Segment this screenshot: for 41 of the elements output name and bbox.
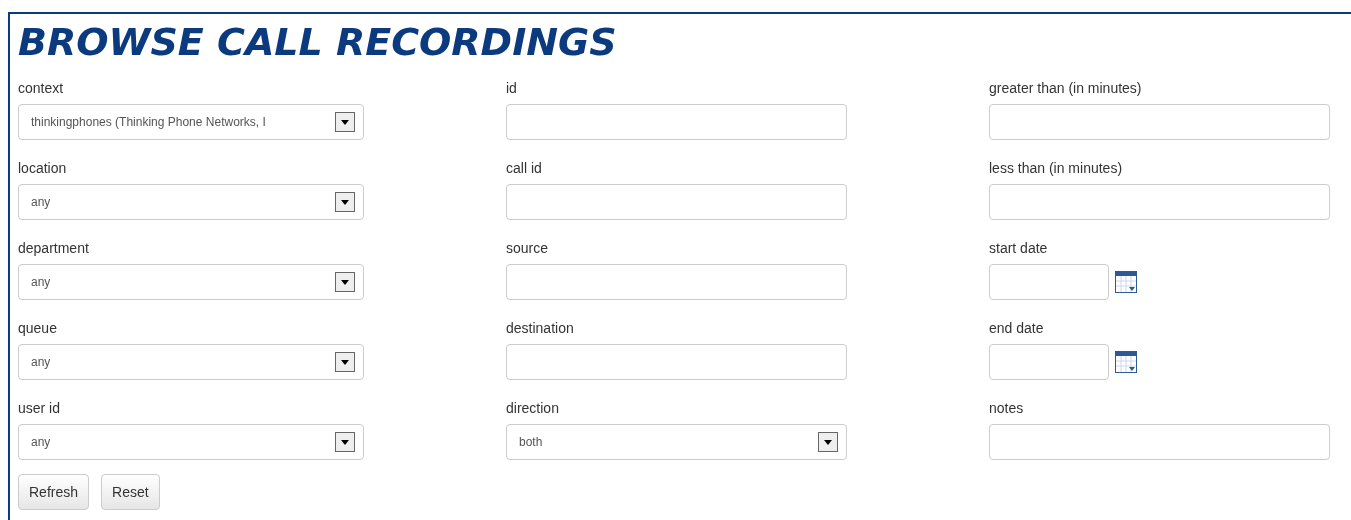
dropdown[interactable]: thinkingphones (Thinking Phone Networks, I [18,104,364,140]
dropdown[interactable]: any [18,424,364,460]
calendar-icon[interactable] [1115,351,1137,373]
field-label: direction [506,399,559,418]
dropdown-value: any [31,195,51,209]
text-field[interactable] [506,184,847,220]
dropdown[interactable]: any [18,344,364,380]
field-label: location [18,159,67,178]
text-field[interactable] [506,344,847,380]
dropdown-value: both [519,435,543,449]
text-field[interactable] [989,424,1330,460]
text-field[interactable] [989,184,1330,220]
field-label: user id [18,399,61,418]
date-field[interactable] [989,264,1109,300]
dropdown-value: any [31,435,51,449]
dropdown-value: thinkingphones (Thinking Phone Networks, I [31,115,266,129]
dropdown-value: any [31,275,51,289]
field-label: destination [506,319,574,338]
field-label: less than (in minutes) [989,159,1123,178]
field-label: context [18,79,64,98]
date-field[interactable] [989,344,1109,380]
field-label: queue [18,319,57,338]
reset-button[interactable]: Reset [101,474,160,510]
text-field[interactable] [989,104,1330,140]
refresh-button[interactable]: Refresh [18,474,90,510]
field-label: call id [506,159,542,178]
text-field[interactable] [506,264,847,300]
field-label: source [506,239,549,258]
field-label: greater than (in minutes) [989,79,1142,98]
dropdown[interactable]: any [18,184,364,220]
dropdown-value: any [31,355,51,369]
field-label: start date [989,239,1048,258]
field-label: department [18,239,89,258]
field-label: id [506,79,517,98]
page-title: BROWSE CALL RECORDINGS [18,19,617,66]
field-label: notes [989,399,1024,418]
dropdown[interactable]: any [18,264,364,300]
field-label: end date [989,319,1044,338]
text-field[interactable] [506,104,847,140]
dropdown[interactable]: both [506,424,847,460]
calendar-icon[interactable] [1115,271,1137,293]
